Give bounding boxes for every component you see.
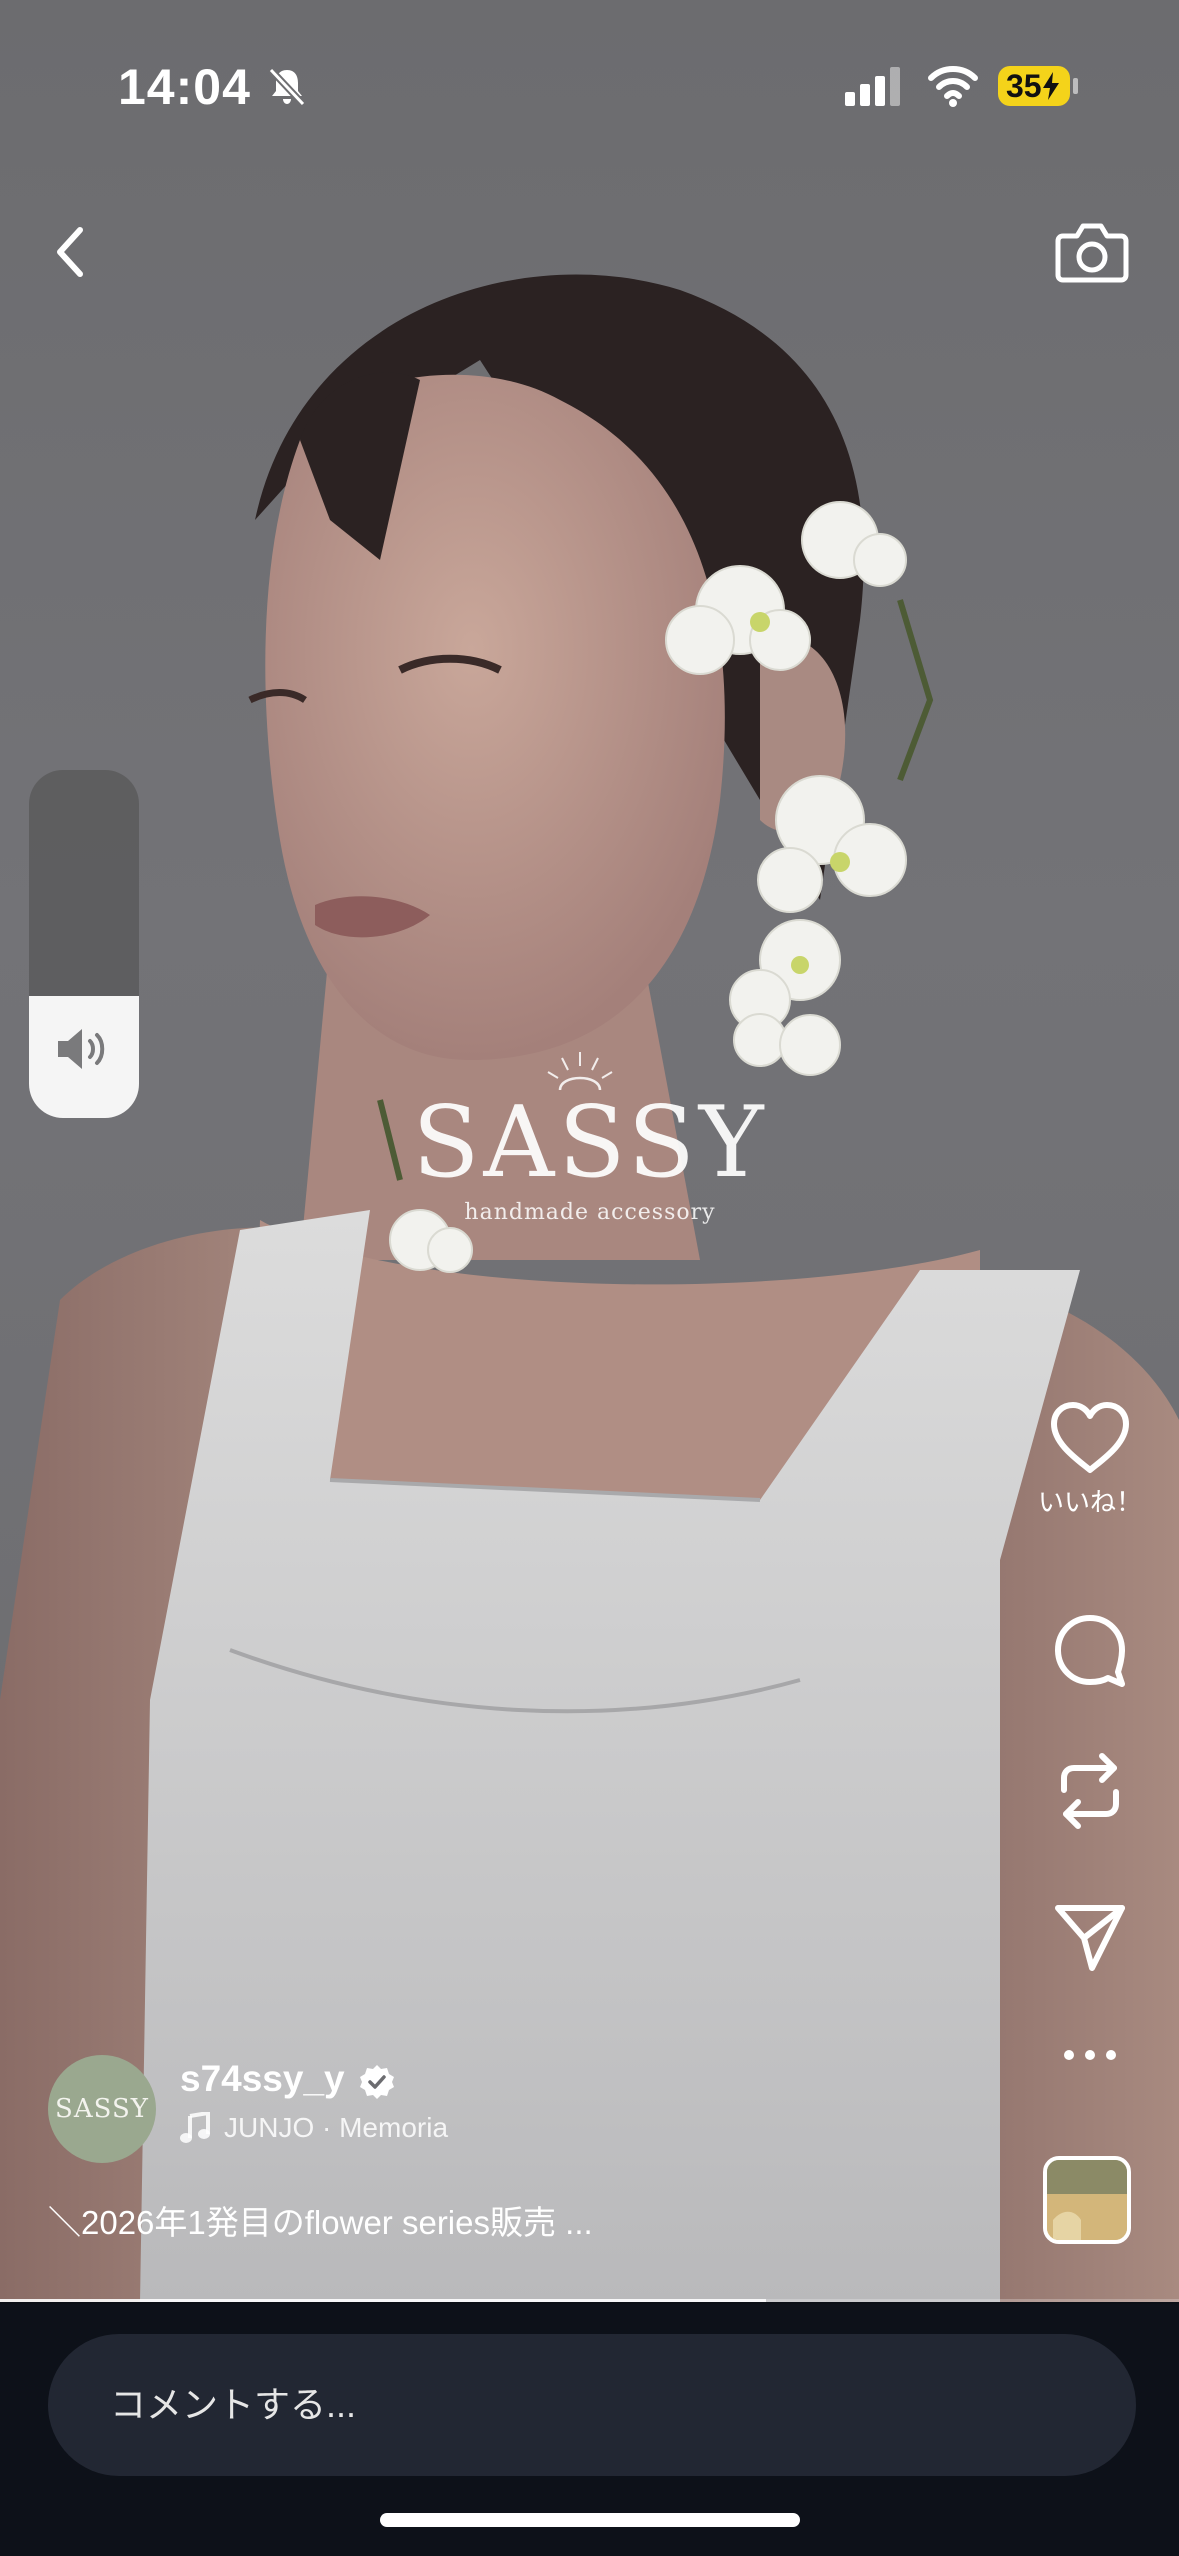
more-icon bbox=[1064, 2050, 1116, 2060]
brand-watermark: SASSY handmade accessory bbox=[410, 1050, 770, 1240]
more-button[interactable] bbox=[1040, 2040, 1140, 2070]
comment-bar bbox=[0, 2304, 1179, 2556]
audio-thumbnail[interactable] bbox=[1043, 2156, 1131, 2244]
battery-cap bbox=[1073, 78, 1078, 94]
video-progress-fill bbox=[0, 2299, 767, 2302]
back-button[interactable] bbox=[30, 212, 110, 292]
volume-slider[interactable] bbox=[29, 770, 139, 1118]
reel-video[interactable]: 14:04 35 SASSY handmade accessory いいね！ S… bbox=[0, 0, 1179, 2302]
audio-cover-image bbox=[1047, 2160, 1127, 2240]
repost-button[interactable] bbox=[1040, 1746, 1140, 1836]
video-progress-bar[interactable] bbox=[0, 2299, 1179, 2302]
comment-field[interactable] bbox=[48, 2334, 1136, 2476]
send-icon bbox=[1055, 1905, 1125, 1971]
avatar[interactable]: SASSY bbox=[48, 2055, 156, 2163]
bell-slash-icon bbox=[268, 67, 306, 107]
cellular-signal-icon bbox=[845, 67, 900, 106]
share-button[interactable] bbox=[1040, 1900, 1140, 1976]
music-track-label: JUNJO · Memoria bbox=[224, 2112, 449, 2143]
comment-icon bbox=[1055, 1615, 1125, 1687]
wifi-icon bbox=[928, 66, 978, 107]
username[interactable]: s74ssy_y bbox=[180, 2058, 345, 2100]
speaker-icon bbox=[58, 1029, 105, 1069]
comment-input[interactable] bbox=[110, 2384, 1010, 2426]
music-note-icon bbox=[180, 2112, 210, 2143]
comment-button[interactable] bbox=[1040, 1610, 1140, 1690]
music-track[interactable]: JUNJO · Memoria bbox=[180, 2112, 448, 2144]
status-bar: 14:04 35 bbox=[0, 0, 1179, 150]
avatar-text: SASSY bbox=[55, 2094, 149, 2124]
battery-indicator: 35 bbox=[998, 66, 1070, 106]
brand-name: SASSY bbox=[412, 1086, 768, 1200]
post-caption[interactable]: ＼2026年1発目のflower series販売 ... bbox=[48, 2196, 593, 2244]
repost-icon bbox=[1061, 1753, 1119, 1829]
verified-badge-icon bbox=[360, 2065, 394, 2099]
camera-button[interactable] bbox=[1052, 212, 1132, 292]
heart-icon bbox=[1051, 1402, 1129, 1473]
charging-bolt-icon bbox=[1042, 72, 1059, 100]
camera-icon bbox=[1055, 223, 1129, 283]
like-button[interactable]: いいね！ bbox=[1038, 1400, 1143, 1519]
status-time: 14:04 bbox=[118, 59, 251, 115]
brand-tagline: handmade accessory bbox=[464, 1200, 716, 1225]
chevron-left-icon bbox=[57, 227, 83, 277]
home-indicator[interactable] bbox=[380, 2513, 800, 2527]
like-label: いいね！ bbox=[1038, 1487, 1143, 1517]
battery-level: 35 bbox=[1006, 67, 1042, 104]
